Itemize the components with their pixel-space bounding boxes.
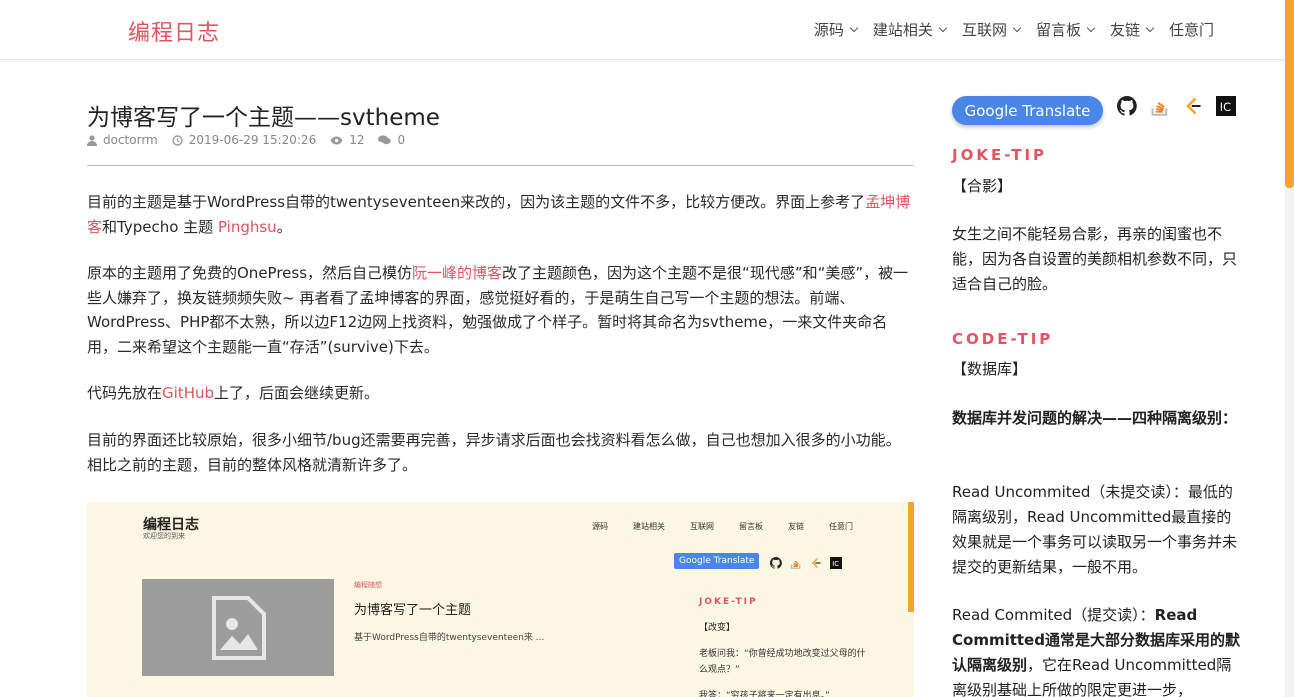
post-meta: doctorrm 2019-06-29 15:20:26 12 0: [87, 133, 419, 147]
image-placeholder-icon: [212, 595, 266, 660]
leetcode-icon: [1186, 97, 1201, 115]
post-paragraph-4: 目前的界面还比较原始，很多小细节/bug还需要再完善，异步请求后面也会找资料看怎…: [87, 431, 901, 474]
text: Read Commited（提交读）：: [952, 606, 1155, 624]
post-author: doctorrm: [87, 133, 158, 147]
text: 上了，后面会继续更新。: [214, 384, 380, 402]
clock-icon: [172, 134, 183, 146]
author-name[interactable]: doctorrm: [103, 133, 158, 147]
github-icon: [1117, 96, 1137, 116]
page-scrollbar-thumb[interactable]: [1285, 0, 1294, 188]
joke-tip-heading: JOKE-TIP: [952, 146, 1048, 164]
date-text: 2019-06-29 15:20:26: [188, 133, 317, 147]
screenshot-nav-item: 互联网: [690, 522, 714, 531]
screenshot-post-title: 为博客写了一个主题: [354, 603, 472, 618]
nav-item-internet[interactable]: 互联网: [961, 19, 1022, 40]
code-tip-subtitle: 【数据库】: [952, 360, 1028, 378]
github-link[interactable]: [1117, 96, 1137, 116]
nav-item-guestbook[interactable]: 留言板: [1035, 19, 1096, 40]
nav-label: 源码: [813, 21, 844, 39]
stackoverflow-link[interactable]: [1150, 96, 1170, 116]
nav-label: 任意门: [1168, 21, 1214, 39]
code-tip-title: 数据库并发问题的解决——四种隔离级别：: [952, 409, 1238, 427]
screenshot-nav-item: 留言板: [739, 522, 763, 531]
eye-icon: [330, 136, 343, 144]
text: 和Typecho 主题: [102, 217, 218, 236]
screenshot-scrollbar: [908, 502, 914, 612]
chevron-down-icon: [1086, 23, 1096, 32]
screenshot-subtitle: 欢迎您的到来: [143, 532, 185, 540]
screenshot-thumbnail: [142, 579, 334, 676]
embedded-screenshot: 编程日志 欢迎您的到来 源码 建站相关 互联网 留言板 友链 任意门 Googl…: [87, 502, 914, 697]
text: 。: [276, 217, 292, 236]
svg-text:IC: IC: [1220, 101, 1231, 114]
chevron-down-icon: [849, 23, 859, 32]
post-title: 为博客写了一个主题——svtheme: [87, 105, 440, 131]
views-count: 12: [349, 133, 365, 147]
code-tip-text-1: Read Uncommited（未提交读）：最低的隔离级别，Read Uncom…: [952, 483, 1238, 576]
post-paragraph-1: 目前的主题是基于WordPress自带的twentyseventeen来改的，因…: [87, 190, 913, 239]
nav-item-source[interactable]: 源码: [813, 19, 859, 40]
screenshot-tip-heading: JOKE-TIP: [699, 597, 758, 607]
text: 代码先放在: [87, 384, 163, 402]
joke-tip-text: 女生之间不能轻易合影，再亲的闺蜜也不能，因为各自设置的美颜相机参数不同，只适合自…: [952, 225, 1238, 293]
main-nav: 源码 建站相关 互联网 留言板 友链 任意门: [798, 19, 1214, 40]
screenshot-nav-item: 源码: [592, 522, 608, 531]
leetcode-icon: [811, 557, 821, 569]
post-paragraph-2: 原本的主题用了免费的OnePress，然后自己模仿阮一峰的博客改了主题颜色，因为…: [87, 261, 913, 359]
chevron-down-icon: [1145, 23, 1155, 32]
social-links: IC: [1117, 96, 1249, 116]
comments-icon: [378, 135, 392, 145]
nav-item-links[interactable]: 友链: [1109, 19, 1155, 40]
link-ruanyifeng-blog[interactable]: 阮一峰的博客: [412, 264, 502, 282]
codingame-icon: IC: [1216, 96, 1236, 116]
screenshot-social-icons: IC: [770, 557, 842, 569]
stackoverflow-icon: [790, 560, 801, 569]
nav-label: 友链: [1109, 21, 1140, 39]
leetcode-link[interactable]: [1183, 96, 1203, 116]
link-pinghsu[interactable]: Pinghsu: [218, 218, 277, 236]
text: 目前的主题是基于WordPress自带的twentyseventeen来改的，因…: [87, 193, 866, 211]
post-comments: 0: [378, 133, 405, 147]
chevron-down-icon: [938, 23, 948, 32]
site-brand[interactable]: 编程日志: [128, 15, 220, 47]
chevron-down-icon: [1012, 23, 1022, 32]
screenshot-tip-text: 老板问我：“你曾经成功地改变过父母的什么观点？”: [699, 649, 866, 675]
link-github[interactable]: GitHub: [162, 384, 214, 402]
joke-tip-subtitle: 【合影】: [952, 177, 1013, 195]
screenshot-nav-item: 任意门: [829, 522, 853, 531]
screenshot-google-translate: Google Translate: [674, 553, 760, 569]
site-header: 编程日志 源码 建站相关 互联网 留言板 友链 任意门: [0, 0, 1294, 60]
google-translate-button[interactable]: Google Translate: [952, 96, 1103, 125]
post-date: 2019-06-29 15:20:26: [172, 133, 316, 147]
nav-item-site-building[interactable]: 建站相关: [872, 19, 948, 40]
title-divider: [87, 165, 914, 166]
screenshot-tip-text-2: 我答：“穷孩子将来一定有出息。”: [699, 691, 830, 697]
code-tip-heading: CODE-TIP: [952, 330, 1054, 348]
stackoverflow-icon: [1151, 102, 1168, 116]
code-tip-text-2: Read Commited（提交读）：Read Committed通常是大部分数…: [952, 603, 1242, 697]
nav-item-random[interactable]: 任意门: [1169, 19, 1214, 40]
text: 原本的主题用了免费的OnePress，然后自己模仿: [87, 264, 413, 282]
codingame-icon: IC: [830, 557, 842, 569]
screenshot-nav-item: 建站相关: [633, 522, 665, 531]
comments-count[interactable]: 0: [397, 133, 405, 147]
screenshot-excerpt: 基于WordPress自带的twentyseventeen来 ...: [354, 633, 545, 643]
svg-text:IC: IC: [832, 560, 839, 568]
screenshot-tip-subtitle: 【改变】: [699, 623, 736, 633]
screenshot-category: 编程随想: [354, 581, 382, 589]
github-icon: [770, 557, 782, 569]
codingame-link[interactable]: IC: [1216, 96, 1236, 116]
user-icon: [87, 134, 97, 146]
nav-label: 互联网: [961, 21, 1007, 39]
screenshot-nav: 源码 建站相关 互联网 留言板 友链 任意门: [592, 521, 878, 532]
screenshot-nav-item: 友链: [788, 522, 804, 531]
post-views: 12: [330, 133, 364, 147]
nav-label: 建站相关: [872, 21, 933, 39]
nav-label: 留言板: [1035, 21, 1081, 39]
post-paragraph-3: 代码先放在GitHub上了，后面会继续更新。: [87, 381, 913, 406]
